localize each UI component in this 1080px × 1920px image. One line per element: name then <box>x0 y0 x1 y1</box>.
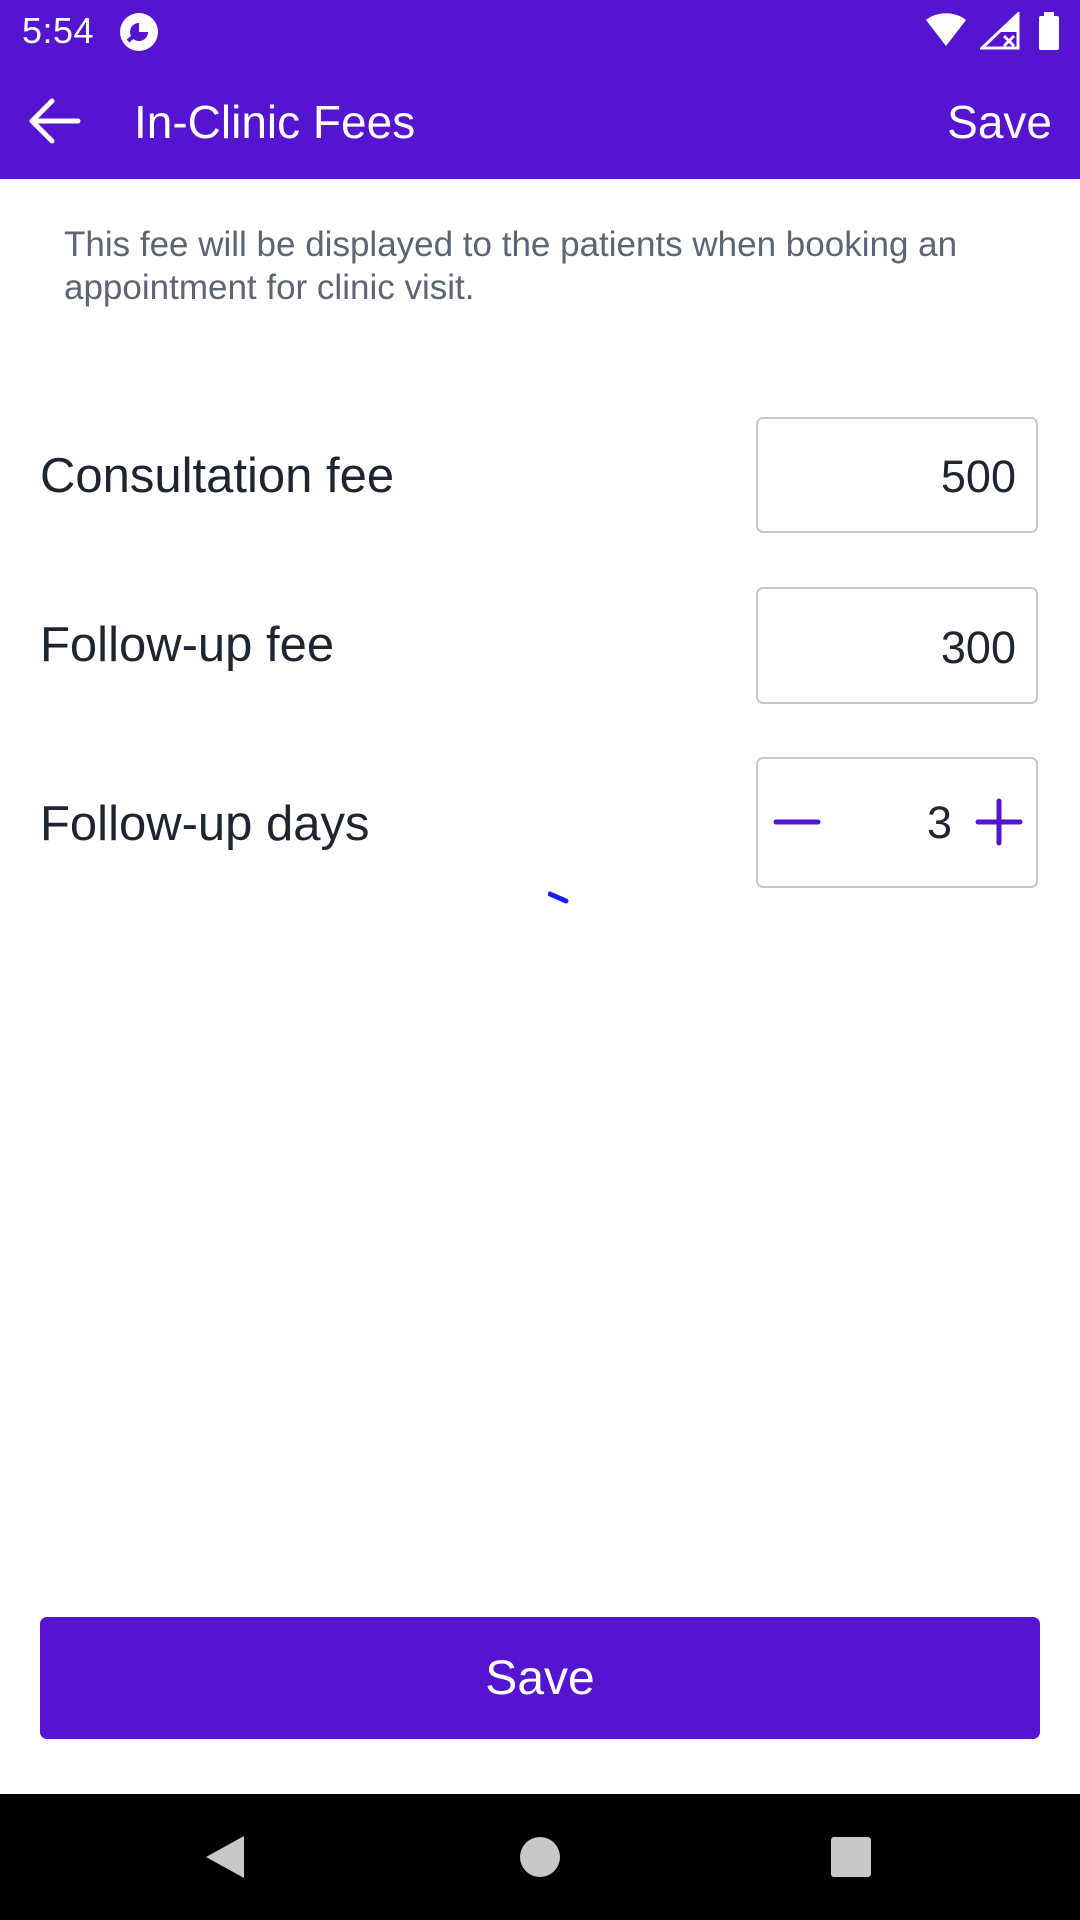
consultation-fee-input[interactable]: 500 <box>756 417 1038 533</box>
battery-icon <box>1039 12 1059 50</box>
nav-home-icon[interactable] <box>515 1832 565 1882</box>
fee-description: This fee will be displayed to the patien… <box>64 225 958 307</box>
follow-up-fee-input[interactable]: 300 <box>756 587 1038 704</box>
arrow-left-icon[interactable] <box>24 93 84 149</box>
follow-up-fee-value: 300 <box>940 622 1016 673</box>
follow-up-days-value: 3 <box>926 797 952 848</box>
nav-recents-icon[interactable] <box>826 1832 876 1882</box>
loading-spinner <box>548 891 569 904</box>
page-title: In-Clinic Fees <box>134 96 416 148</box>
consultation-fee-label: Consultation fee <box>40 449 395 503</box>
app-notification-icon <box>120 13 158 51</box>
status-bar: 5:54 <box>0 0 1080 63</box>
app-bar: In-Clinic Fees Save <box>0 63 1080 179</box>
follow-up-fee-label: Follow-up fee <box>40 618 335 672</box>
follow-up-days-stepper: 3 <box>756 757 1038 888</box>
follow-up-days-label: Follow-up days <box>40 797 370 851</box>
appbar-save-button[interactable]: Save <box>947 95 1052 149</box>
plus-icon[interactable] <box>974 797 1024 847</box>
nav-back-icon[interactable] <box>200 1832 250 1882</box>
minus-icon[interactable] <box>772 797 822 847</box>
status-time: 5:54 <box>22 10 95 51</box>
wifi-icon <box>926 13 966 46</box>
signal-icon <box>980 12 1020 50</box>
save-button[interactable]: Save <box>40 1617 1040 1739</box>
navigation-bar <box>0 1794 1080 1920</box>
consultation-fee-value: 500 <box>940 451 1016 502</box>
screen: 5:54 In-Clinic Fees Save This fee will b… <box>0 0 1080 1920</box>
